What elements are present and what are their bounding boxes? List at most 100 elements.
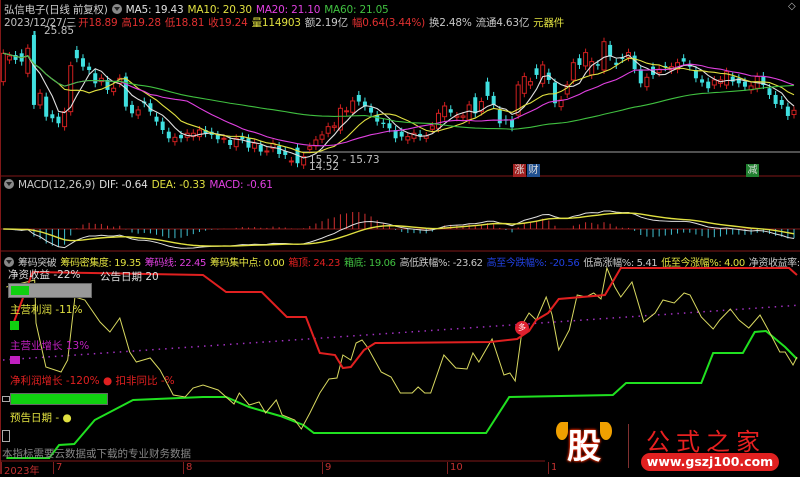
candle	[0, 52, 6, 83]
candle	[497, 109, 502, 124]
box-bottom: 箱底: 19.06	[343, 258, 396, 269]
candle	[429, 125, 435, 130]
chip-line: 筹码线: 22.45	[144, 258, 207, 269]
macd-header: MACD(12,26,9) DIF: -0.64 DEA: -0.33 MACD: -…	[4, 179, 277, 191]
macd-value: MACD: -0.61	[209, 179, 273, 191]
candle	[387, 123, 392, 129]
roe-bar-fill	[11, 286, 29, 295]
candle	[325, 126, 331, 134]
candle	[62, 111, 68, 128]
time-tick: 7	[53, 462, 62, 474]
candle	[215, 134, 220, 140]
high-low-drop: 高低跌幅%: -23.62	[399, 258, 483, 269]
candle	[448, 109, 453, 113]
candle	[196, 129, 202, 138]
candle	[681, 58, 686, 62]
candle	[577, 58, 582, 65]
main-growth-label: 主营业增长 13%	[10, 340, 90, 352]
candle	[527, 81, 533, 86]
watermark-divider	[628, 424, 629, 468]
candle	[154, 116, 159, 122]
candle	[356, 94, 361, 102]
candle	[773, 94, 778, 104]
bar-marker	[2, 396, 10, 402]
candle	[510, 119, 515, 128]
candle	[166, 131, 171, 139]
net-profit-growth-label: 净利润增长 -120% ● 扣非同比 -%	[10, 375, 175, 387]
candle	[37, 92, 43, 106]
candle	[344, 110, 350, 113]
candle	[381, 122, 386, 124]
candle	[601, 41, 607, 71]
watermark-name: 公式之家	[646, 428, 766, 456]
candle	[246, 138, 251, 148]
candle	[460, 115, 466, 118]
candle	[350, 100, 356, 113]
bar-marker	[2, 430, 10, 442]
ma20-line	[3, 52, 795, 147]
candle	[583, 52, 589, 67]
macd-dif: DIF: -0.64	[99, 179, 148, 191]
macd-dea: DEA: -0.33	[151, 179, 206, 191]
purple-dotted-line	[2, 304, 800, 361]
candle	[56, 116, 61, 124]
main-growth-marker	[10, 356, 20, 364]
watermark-url: www.gszj100.com	[641, 453, 779, 471]
candle	[331, 125, 337, 128]
candle	[485, 81, 490, 96]
ma5-line	[3, 52, 795, 159]
candle	[435, 112, 441, 129]
chip-center: 筹码集中点: 0.00	[209, 258, 285, 269]
forecast-date: 预告日期 - ●	[10, 412, 72, 424]
low-high-rise: 低高涨幅%: 5.41	[583, 258, 658, 269]
candle	[399, 131, 404, 137]
candle	[779, 100, 784, 105]
time-tick: 9	[322, 462, 331, 474]
candle	[25, 47, 31, 74]
signal-badge[interactable]: 多	[515, 321, 529, 335]
candle	[123, 76, 128, 107]
roe-rate: 净资收益率: -21.75	[748, 258, 800, 269]
candle	[135, 109, 141, 116]
candle	[130, 104, 135, 114]
candle	[521, 76, 527, 94]
event-badge-finance[interactable]: 财	[527, 164, 540, 177]
watermark-char: 股	[567, 427, 601, 467]
data-notice: 本指标需要云数据或下载的专业财务数据	[2, 448, 191, 460]
event-badge-reduce[interactable]: 减	[746, 164, 759, 177]
dif-line	[3, 210, 795, 249]
candle	[638, 69, 643, 84]
candle	[742, 81, 747, 87]
candle	[31, 34, 36, 105]
dropdown-icon[interactable]	[4, 179, 14, 189]
low-price-label: 14.52	[309, 161, 340, 173]
candle	[534, 68, 539, 75]
dropdown-icon[interactable]	[4, 257, 14, 267]
event-badge-rise[interactable]: 涨	[513, 164, 526, 177]
main-profit-marker	[10, 321, 19, 330]
candle	[700, 79, 705, 83]
low-now-rise: 低至今涨幅%: 4.00	[661, 258, 745, 269]
candle	[87, 66, 92, 70]
candle	[319, 134, 325, 140]
candle	[160, 121, 165, 130]
high-now-drop: 高至今跌幅%: -20.56	[486, 258, 580, 269]
main-profit-label: 主营利润 -11%	[10, 304, 83, 316]
candle	[80, 58, 85, 67]
candle	[264, 150, 270, 153]
roe-label: 净资收益 -22%	[8, 269, 81, 281]
high-price-label: 25.85	[44, 25, 75, 37]
candle	[228, 139, 233, 145]
time-tick: 8	[183, 462, 192, 474]
net-profit-bar	[10, 393, 108, 405]
chart-canvas	[0, 0, 800, 474]
candle	[711, 79, 717, 86]
candle	[466, 104, 472, 121]
candle	[608, 44, 613, 57]
candle	[442, 105, 448, 118]
candle	[307, 146, 313, 150]
roe-bar	[8, 283, 92, 298]
candle	[258, 145, 263, 152]
announce-date: 公告日期 20	[100, 271, 159, 283]
candle	[221, 137, 227, 140]
